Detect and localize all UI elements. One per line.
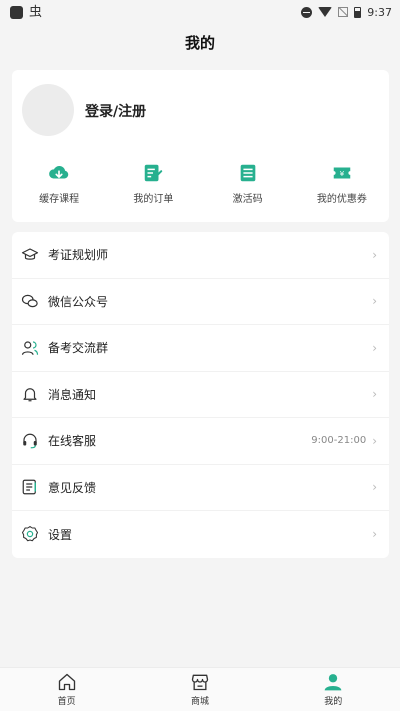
bottom-tab-bar: 首页 商城 我的 bbox=[0, 667, 400, 711]
tab-home[interactable]: 首页 bbox=[27, 672, 107, 707]
menu-item-label: 在线客服 bbox=[48, 434, 97, 449]
menu-item-label: 意见反馈 bbox=[48, 480, 97, 495]
title-bar: 我的 bbox=[0, 24, 400, 60]
menu-list: 考证规划师 › 微信公众号 › 备考交流群 › 消息通知 › 在线客服 9:00… bbox=[12, 232, 389, 558]
tab-store[interactable]: 商城 bbox=[160, 672, 240, 707]
order-edit-icon bbox=[145, 164, 163, 182]
quick-action-activation-code[interactable]: 激活码 bbox=[208, 162, 288, 210]
chevron-right-icon: › bbox=[372, 340, 377, 355]
bell-icon bbox=[23, 388, 37, 402]
avatar[interactable] bbox=[22, 84, 74, 136]
quick-action-label: 我的订单 bbox=[133, 194, 174, 205]
status-time: 9:37 bbox=[367, 5, 392, 19]
service-hours: 9:00-21:00 bbox=[311, 435, 367, 447]
menu-item-notifications[interactable]: 消息通知 › bbox=[12, 372, 389, 418]
wechat-icon bbox=[21, 295, 38, 308]
profile-card: 登录/注册 缓存课程 我的订单 激活码 ¥ 我的优惠券 bbox=[12, 70, 389, 222]
chevron-right-icon: › bbox=[372, 480, 377, 495]
app-square-icon bbox=[10, 5, 23, 19]
menu-item-settings[interactable]: 设置 › bbox=[12, 511, 389, 558]
chevron-right-icon: › bbox=[372, 387, 377, 402]
feedback-icon bbox=[22, 479, 36, 495]
status-bar: 虫 9:37 bbox=[0, 0, 400, 24]
menu-item-study-group[interactable]: 备考交流群 › bbox=[12, 325, 389, 372]
home-icon bbox=[58, 673, 75, 691]
coupon-icon: ¥ bbox=[333, 167, 351, 179]
menu-item-exam-planner[interactable]: 考证规划师 › bbox=[12, 232, 389, 279]
chevron-right-icon: › bbox=[372, 527, 377, 542]
do-not-disturb-icon bbox=[301, 6, 313, 18]
menu-item-label: 微信公众号 bbox=[48, 294, 109, 309]
quick-action-my-coupons[interactable]: ¥ 我的优惠券 bbox=[302, 162, 382, 210]
bug-icon: 虫 bbox=[29, 4, 43, 20]
tab-label: 商城 bbox=[190, 697, 209, 707]
page-title: 我的 bbox=[184, 33, 215, 52]
document-icon bbox=[240, 164, 255, 182]
chevron-right-icon: › bbox=[372, 433, 377, 448]
menu-item-label: 消息通知 bbox=[48, 387, 97, 402]
quick-action-label: 我的优惠券 bbox=[316, 194, 367, 205]
group-icon bbox=[21, 341, 39, 355]
tab-label: 我的 bbox=[324, 697, 343, 707]
quick-action-label: 激活码 bbox=[232, 194, 263, 205]
menu-item-online-support[interactable]: 在线客服 9:00-21:00 › bbox=[12, 418, 389, 465]
menu-item-label: 设置 bbox=[48, 527, 73, 542]
quick-action-label: 缓存课程 bbox=[39, 194, 80, 205]
quick-action-cache-courses[interactable]: 缓存课程 bbox=[19, 162, 99, 210]
wifi-icon bbox=[318, 7, 333, 17]
menu-item-label: 考证规划师 bbox=[48, 248, 109, 263]
no-signal-icon bbox=[338, 7, 349, 17]
chevron-right-icon: › bbox=[372, 247, 377, 262]
store-icon bbox=[191, 674, 209, 691]
cloud-download-icon bbox=[49, 165, 69, 179]
login-register-link[interactable]: 登录/注册 bbox=[85, 101, 146, 121]
battery-icon bbox=[354, 6, 362, 18]
quick-action-my-orders[interactable]: 我的订单 bbox=[113, 162, 193, 210]
quick-actions: 缓存课程 我的订单 激活码 ¥ 我的优惠券 bbox=[12, 162, 389, 210]
tab-mine[interactable]: 我的 bbox=[293, 672, 373, 707]
menu-item-wechat-official[interactable]: 微信公众号 › bbox=[12, 279, 389, 325]
chevron-right-icon: › bbox=[372, 294, 377, 309]
menu-item-label: 备考交流群 bbox=[48, 341, 109, 356]
headset-icon bbox=[23, 433, 37, 449]
tab-label: 首页 bbox=[57, 697, 76, 707]
svg-text:¥: ¥ bbox=[340, 169, 345, 178]
graduation-cap-icon bbox=[21, 248, 39, 260]
menu-item-feedback[interactable]: 意见反馈 › bbox=[12, 465, 389, 511]
settings-icon bbox=[21, 526, 39, 542]
person-icon bbox=[324, 674, 342, 691]
